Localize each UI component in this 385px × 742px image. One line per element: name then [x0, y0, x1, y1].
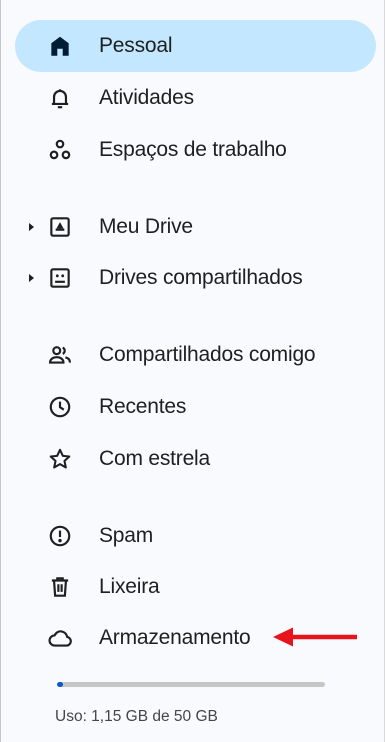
drive-icon [47, 214, 73, 240]
sidebar-item-label: Drives compartilhados [99, 266, 303, 289]
sidebar-item-workspaces[interactable]: Espaços de trabalho [15, 124, 376, 176]
sidebar-item-label: Spam [99, 524, 154, 547]
sidebar-item-starred[interactable]: Com estrela [15, 433, 376, 485]
sidebar-item-shared-with-me[interactable]: Compartilhados comigo [15, 329, 376, 381]
sidebar-item-personal[interactable]: Pessoal [15, 20, 376, 72]
storage-usage-text: Uso: 1,15 GB de 50 GB [55, 708, 218, 725]
sidebar-item-trash[interactable]: Lixeira [15, 561, 376, 613]
cloud-icon [47, 625, 73, 651]
workspaces-icon [47, 137, 73, 163]
sidebar-item-label: Compartilhados comigo [99, 343, 316, 366]
star-icon [47, 446, 73, 472]
expand-caret-icon[interactable] [29, 274, 34, 282]
sidebar-item-label: Armazenamento [99, 626, 251, 649]
sidebar-item-label: Pessoal [99, 34, 173, 57]
shared-drives-icon [47, 265, 73, 291]
sidebar-item-label: Com estrela [99, 447, 211, 470]
sidebar-item-activity[interactable]: Atividades [15, 72, 376, 124]
sidebar-item-label: Lixeira [99, 575, 160, 598]
storage-progress-fill [57, 682, 64, 687]
expand-caret-icon[interactable] [29, 223, 34, 231]
storage-progress-bar [57, 682, 325, 687]
sidebar-item-shared-drives[interactable]: Drives compartilhados [15, 252, 376, 304]
clock-icon [47, 394, 73, 420]
sidebar-item-label: Recentes [99, 395, 187, 418]
sidebar-item-label: Espaços de trabalho [99, 138, 287, 161]
navigation-sidebar: Pessoal Atividades Espaços de trabalho M… [0, 0, 385, 742]
home-icon [47, 33, 73, 59]
spam-icon [47, 523, 73, 549]
sidebar-item-recent[interactable]: Recentes [15, 381, 376, 433]
sidebar-item-label: Atividades [99, 86, 194, 109]
people-icon [47, 342, 73, 368]
annotation-arrow-icon [273, 627, 357, 647]
trash-icon [47, 574, 73, 600]
sidebar-item-label: Meu Drive [99, 215, 193, 238]
sidebar-item-my-drive[interactable]: Meu Drive [15, 201, 376, 253]
sidebar-item-spam[interactable]: Spam [15, 510, 376, 562]
bell-icon [47, 85, 73, 111]
